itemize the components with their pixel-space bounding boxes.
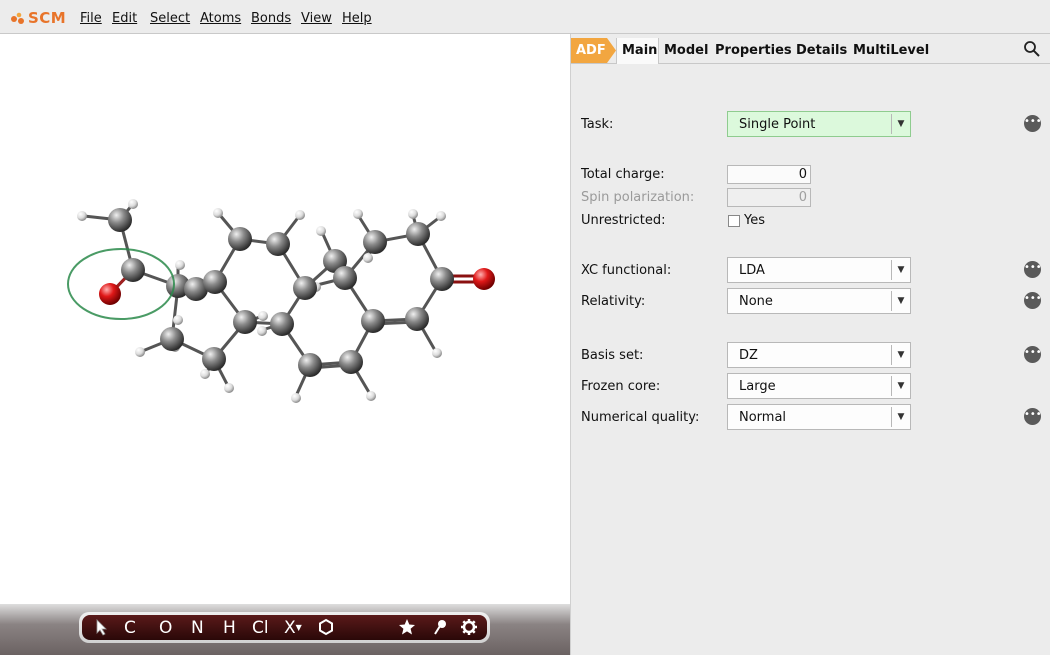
gear-icon[interactable]: [460, 618, 478, 638]
basis-set-select[interactable]: DZ ▼: [727, 342, 911, 368]
xc-functional-value: LDA: [739, 263, 765, 278]
xc-functional-label: XC functional:: [581, 263, 672, 278]
tab-model[interactable]: Model: [664, 43, 708, 58]
atom-tool-strip: C O N H Cl X▼: [82, 615, 487, 640]
tool-other-element[interactable]: X▼: [284, 618, 302, 638]
scm-logo[interactable]: SCM: [10, 8, 66, 28]
total-charge-label: Total charge:: [581, 167, 665, 182]
bottom-toolbar: C O N H Cl X▼: [0, 604, 570, 655]
total-charge-input[interactable]: 0: [727, 165, 811, 184]
frozen-core-value: Large: [739, 379, 776, 394]
spin-polarization-input: 0: [727, 188, 811, 207]
spin-polarization-label: Spin polarization:: [581, 190, 695, 205]
tool-carbon[interactable]: C: [124, 618, 136, 638]
tab-details[interactable]: Details: [796, 43, 847, 58]
chevron-down-icon: ▼: [891, 291, 910, 311]
task-select[interactable]: Single Point ▼: [727, 111, 911, 137]
numerical-quality-value: Normal: [739, 410, 787, 425]
menu-bonds[interactable]: Bonds: [251, 11, 291, 26]
logo-text: SCM: [28, 9, 67, 27]
atom-tool-pill: C O N H Cl X▼: [79, 612, 490, 643]
frozen-core-label: Frozen core:: [581, 379, 661, 394]
tab-main[interactable]: Main: [622, 43, 657, 58]
numerical-quality-select[interactable]: Normal ▼: [727, 404, 911, 430]
menu-atoms[interactable]: Atoms: [200, 11, 241, 26]
task-label: Task:: [581, 117, 614, 132]
bonds: [82, 203, 444, 398]
xc-functional-select[interactable]: LDA ▼: [727, 257, 911, 283]
relativity-value: None: [739, 294, 773, 309]
menu-help[interactable]: Help: [342, 11, 372, 26]
chevron-down-icon: ▼: [295, 623, 302, 632]
engine-tab-label: ADF: [576, 43, 606, 58]
menu-view[interactable]: View: [301, 11, 332, 26]
menu-bar: SCM File Edit Select Atoms Bonds View He…: [0, 0, 1050, 34]
relativity-select[interactable]: None ▼: [727, 288, 911, 314]
chevron-down-icon: ▼: [891, 114, 910, 134]
star-icon[interactable]: [398, 618, 416, 638]
task-value: Single Point: [739, 117, 816, 132]
tool-chlorine[interactable]: Cl: [252, 618, 269, 638]
chevron-down-icon: ▼: [891, 345, 910, 365]
tab-bar: ADF Main Model Properties Details MultiL…: [571, 34, 1050, 64]
relativity-more-button[interactable]: •••: [1024, 292, 1042, 309]
basis-set-more-button[interactable]: •••: [1024, 346, 1042, 363]
menu-file[interactable]: File: [80, 11, 102, 26]
engine-tab-adf[interactable]: ADF: [571, 38, 616, 63]
tool-oxygen[interactable]: O: [159, 618, 172, 638]
molecule-structure[interactable]: [0, 34, 570, 604]
hydrogen-atoms: [77, 199, 446, 403]
adf-settings-panel: ADF Main Model Properties Details MultiL…: [570, 34, 1050, 655]
numerical-quality-more-button[interactable]: •••: [1024, 408, 1042, 425]
basis-set-label: Basis set:: [581, 348, 644, 363]
tool-hydrogen[interactable]: H: [223, 618, 236, 638]
tool-nitrogen[interactable]: N: [191, 618, 204, 638]
tab-multilevel[interactable]: MultiLevel: [853, 43, 929, 58]
task-more-button[interactable]: •••: [1024, 115, 1042, 132]
unrestricted-label: Unrestricted:: [581, 213, 666, 228]
menu-select[interactable]: Select: [150, 11, 190, 26]
chevron-down-icon: ▼: [891, 376, 910, 396]
ring-icon[interactable]: [317, 618, 335, 638]
tab-properties[interactable]: Properties: [715, 43, 792, 58]
select-arrow-icon[interactable]: [94, 618, 110, 638]
carbon-atoms: [108, 208, 454, 377]
basis-set-value: DZ: [739, 348, 758, 363]
scm-logo-icon: [11, 12, 24, 24]
frozen-core-select[interactable]: Large ▼: [727, 373, 911, 399]
menu-edit[interactable]: Edit: [112, 11, 137, 26]
chevron-down-icon: ▼: [891, 260, 910, 280]
pin-icon[interactable]: [431, 618, 449, 638]
numerical-quality-label: Numerical quality:: [581, 410, 700, 425]
unrestricted-checkbox[interactable]: [728, 215, 740, 227]
molecule-viewport[interactable]: [0, 34, 570, 604]
search-icon[interactable]: [1023, 40, 1041, 62]
chevron-down-icon: ▼: [891, 407, 910, 427]
unrestricted-checkbox-label[interactable]: Yes: [744, 213, 765, 228]
xc-functional-more-button[interactable]: •••: [1024, 261, 1042, 278]
relativity-label: Relativity:: [581, 294, 646, 309]
